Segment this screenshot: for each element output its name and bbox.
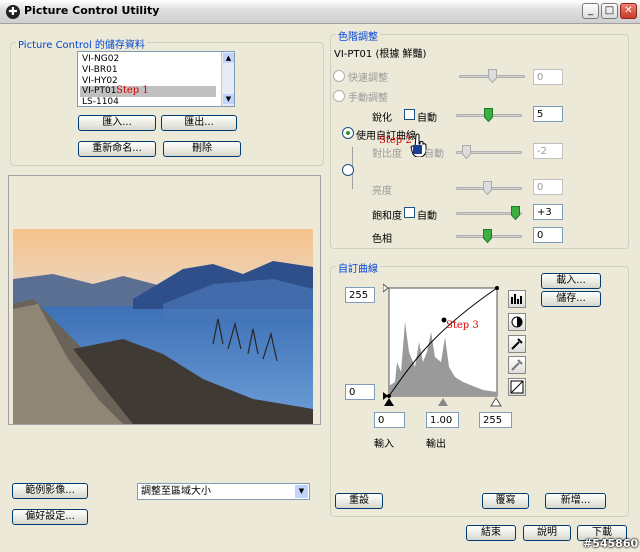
app-icon: ✚ [6,5,20,19]
brightness-label: 亮度 [372,186,392,197]
list-scrollbar[interactable]: ▲ ▼ [221,52,234,106]
minimize-button[interactable]: _ [582,3,599,19]
hue-value[interactable]: 0 [533,227,563,243]
sharpening-auto-label: 自動 [417,113,437,124]
sharpening-label: 銳化 [372,113,392,124]
preferences-button[interactable]: 偏好設定... [12,509,88,525]
sample-image-button[interactable]: 範例影像... [12,483,88,499]
input-black-value[interactable]: 0 [374,412,405,428]
help-button[interactable]: 說明 [523,525,571,541]
maximize-button[interactable]: □ [601,3,618,19]
quick-adjust-radio[interactable] [333,70,345,82]
exit-button[interactable]: 結束 [466,525,516,541]
saturation-auto-checkbox[interactable] [404,207,415,218]
curve-editor[interactable] [383,282,503,408]
list-item[interactable]: LS-1104 [80,97,216,108]
contrast-value[interactable]: -2 [533,143,563,159]
watermark: #545860 [583,537,639,550]
scroll-down-icon[interactable]: ▼ [223,94,234,104]
contrast-auto-label: 自動 [424,149,444,160]
curve-group-label: 自訂曲線 [336,260,380,275]
step1-annotation: Step 1 [116,85,149,96]
chevron-down-icon[interactable]: ▼ [295,485,308,498]
close-button[interactable]: ✕ [620,3,637,19]
custom-radio[interactable] [342,164,354,176]
gray-eyedropper-icon[interactable] [508,356,526,374]
export-button[interactable]: 匯出... [161,115,237,131]
window-title: Picture Control Utility [24,4,160,17]
input-label: 輸入 [374,439,394,450]
step3-annotation: Step 3 [446,320,479,331]
add-button[interactable]: 新增... [545,493,606,509]
list-item[interactable]: VI-BR01 [80,65,216,76]
brightness-value[interactable]: 0 [533,179,563,195]
gamma-value[interactable]: 1.00 [426,412,459,428]
fit-select[interactable]: 調整至區域大小 ▼ [137,483,310,500]
list-item-label: VI-PT01 [82,86,117,96]
overwrite-button[interactable]: 覆寫 [482,493,529,509]
preview-image [13,229,313,424]
histogram-icon[interactable] [508,290,526,308]
slider-thumb-icon[interactable] [483,229,492,243]
output-label: 輸出 [426,439,446,450]
contrast-label: 對比度 [372,149,402,160]
use-curve-radio[interactable] [342,127,354,139]
slider-thumb-icon[interactable] [484,108,493,122]
slider-thumb-icon[interactable] [462,145,471,159]
manual-adjust-radio[interactable] [333,90,345,102]
sharpening-auto-checkbox[interactable] [404,109,415,120]
quick-adjust-label: 快速調整 [348,73,388,84]
fit-select-value: 調整至區域大小 [141,486,211,497]
list-item[interactable]: VI-NG02 [80,54,216,65]
linear-curve-icon[interactable] [508,378,526,396]
rename-button[interactable]: 重新命名... [78,141,156,157]
storage-listbox[interactable]: VI-NG02 VI-BR01 VI-HY02 VI-PT01 LS-1104 … [77,51,235,107]
scroll-up-icon[interactable]: ▲ [223,53,234,63]
load-button[interactable]: 載入... [541,273,601,289]
black-eyedropper-icon[interactable] [508,335,526,353]
storage-group-label: Picture Control 的儲存資料 [16,36,147,51]
sharpening-value[interactable]: 5 [533,106,563,122]
radio-dot [346,131,350,135]
saturation-auto-label: 自動 [417,211,437,222]
adjust-group-label: 色階調整 [336,28,380,43]
slider-thumb-icon[interactable] [488,69,497,83]
preview-panel [8,175,321,425]
output-min-value[interactable]: 0 [345,384,375,400]
input-white-value[interactable]: 255 [479,412,512,428]
title-bar: ✚ Picture Control Utility _ □ ✕ [0,0,640,24]
slider-thumb-icon[interactable] [511,206,520,220]
hue-label: 色相 [372,234,392,245]
output-max-value[interactable]: 255 [345,287,375,303]
reset-button[interactable]: 重設 [335,493,383,509]
quick-adjust-value[interactable]: 0 [533,69,563,85]
saturation-label: 飽和度 [372,211,402,222]
profile-name: VI-PT01 (根據 鮮豔) [334,49,427,60]
save-button[interactable]: 儲存... [541,291,601,307]
slider-thumb-icon[interactable] [483,181,492,195]
saturation-value[interactable]: +3 [533,204,563,220]
contrast-icon[interactable] [508,313,526,331]
contrast-auto-checkbox[interactable] [413,145,422,154]
import-button[interactable]: 匯入... [78,115,156,131]
delete-button[interactable]: 刪除 [163,141,241,157]
manual-adjust-label: 手動調整 [348,93,388,104]
